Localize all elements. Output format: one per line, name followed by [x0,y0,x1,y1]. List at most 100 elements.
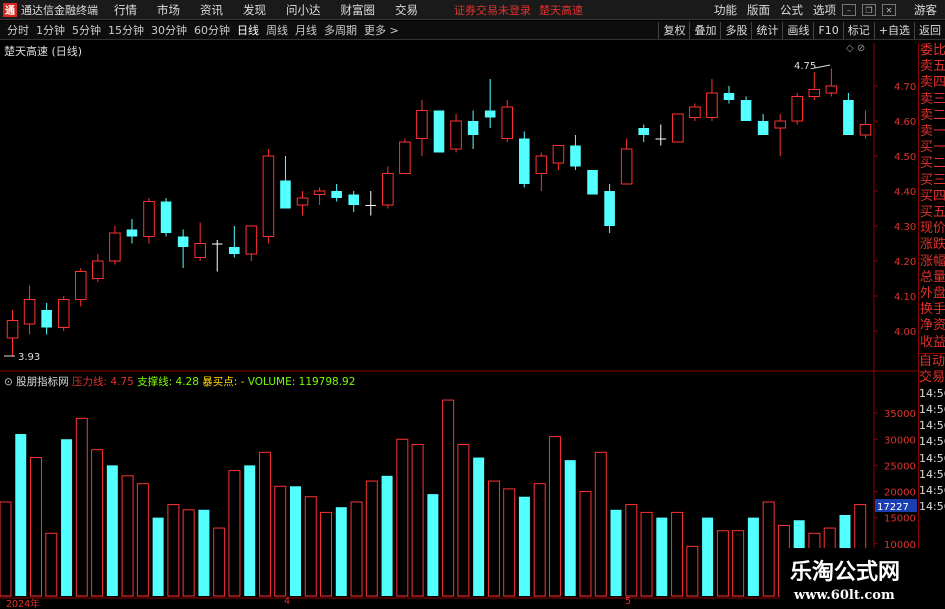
x-label-year: 2024年 [6,599,40,609]
buy-point-label: 暴买点: [202,376,238,388]
candle-body [41,310,52,328]
candle-body [587,170,598,195]
candle-body [859,124,872,136]
resistance-value: 4.75 [110,376,134,388]
volume-bar [702,517,714,596]
volume-bar [396,438,409,597]
candle-body [211,243,223,245]
trade-login-notice[interactable]: 证券交易未登录 [454,2,531,18]
volume-axis: 35000300002500020000150001000017227 [874,409,917,551]
x-label-may: 5 [625,596,632,607]
candle-body [467,121,479,135]
overlay-button[interactable]: 叠加 [689,22,720,39]
mark-button[interactable]: 标记 [842,22,874,39]
candle-body [535,155,548,174]
candle-body [416,110,428,139]
side-mode-auto[interactable]: 自动 [919,352,945,370]
menu-trade[interactable]: 交易 [395,2,418,18]
side-label-bid4: 买四 [920,188,945,204]
side-mode-trade[interactable]: 交易 [919,370,945,386]
close-icon[interactable]: ✕ [882,4,896,16]
menu-discover[interactable]: 发现 [243,2,266,18]
menu-ask[interactable]: 问小达 [286,2,321,18]
side-label-ask4: 卖四 [920,75,945,91]
period-60min[interactable]: 60分钟 [194,22,230,38]
minimize-icon[interactable]: – [842,4,856,16]
period-weekly[interactable]: 周线 [266,22,288,38]
candle-body [160,201,172,233]
back-button[interactable]: 返回 [914,22,945,39]
volume-tick-label: 25000 [884,461,916,472]
candle-body [672,113,684,143]
candle-body [382,173,394,206]
period-monthly[interactable]: 月线 [295,22,317,38]
draw-line-button[interactable]: 画线 [782,22,813,39]
f10-button[interactable]: F10 [813,22,842,39]
candle-body [570,145,581,167]
side-label-ask1: 卖一 [920,124,945,140]
volume-bar [182,509,195,597]
period-15min[interactable]: 15分钟 [108,22,144,38]
candle-body [825,85,838,94]
volume-bar [610,509,622,596]
add-watchlist-button[interactable]: +自选 [873,22,914,39]
candle-body [433,110,445,153]
volume-bar [747,517,759,596]
volume-bar [304,496,317,597]
support-value: 4.28 [175,376,199,388]
price-axis: 4.70 4.60 4.50 4.40 4.30 4.20 4.10 4.00 [874,82,916,338]
kline-chart[interactable]: 4.70 4.60 4.50 4.40 4.30 4.20 4.10 4.00 35000 30… [0,43,918,609]
tick-time: 14:56 [919,403,945,417]
side-label-nav: 净资 [920,318,945,334]
volume-bar [45,532,58,597]
candle-body [638,128,649,135]
menu-community[interactable]: 财富圈 [341,2,376,18]
menu-quotes[interactable]: 行情 [114,2,137,18]
volume-bar [640,511,653,597]
guest-user[interactable]: 游客 [914,2,937,18]
menu-layout[interactable]: 版面 [747,2,770,18]
menu-market[interactable]: 市场 [157,2,180,18]
side-label-bid1: 买一 [920,140,945,156]
resistance-label: 压力线: [72,376,108,388]
candle-body [194,243,206,258]
menu-options[interactable]: 选项 [813,2,836,18]
volume-bar [91,449,104,597]
side-label-volume: 总量 [920,269,945,285]
candle-body [229,247,240,254]
period-5min[interactable]: 5分钟 [72,22,101,38]
menu-formula[interactable]: 公式 [780,2,803,18]
volume-tick-label: 15000 [884,514,916,525]
watermark-url: www.60lt.com [794,588,895,603]
period-daily[interactable]: 日线 [237,22,259,38]
period-30min[interactable]: 30分钟 [151,22,187,38]
candle-body [723,93,735,100]
candle-body [262,155,275,237]
period-more[interactable]: 更多 > [364,22,399,38]
restore-icon[interactable]: ❐ [862,4,876,16]
candle-body [757,121,769,135]
side-label-bid3: 买三 [920,172,945,188]
statistics-button[interactable]: 统计 [751,22,782,39]
menu-news[interactable]: 资讯 [200,2,223,18]
candle-body [552,145,565,164]
period-multi[interactable]: 多周期 [324,22,357,38]
adjust-button[interactable]: 复权 [658,22,689,39]
indicator-icon: ⊙ [4,376,13,388]
side-label-change-pct: 涨幅 [920,253,945,269]
volume-tick-label: 35000 [884,409,916,420]
tick-time: 14:56 [919,419,945,433]
menu-function[interactable]: 功能 [714,2,737,18]
price-tick-label: 4.20 [894,257,916,268]
period-intraday[interactable]: 分时 [7,22,29,38]
candle-body [365,205,377,206]
volume-bar [442,399,455,597]
period-1min[interactable]: 1分钟 [36,22,65,38]
side-label-weibi: 委比 [920,43,945,58]
multi-stock-button[interactable]: 多股 [720,22,751,39]
watermark: 乐淘公式网 www.60lt.com [780,548,920,609]
indicator-name[interactable]: 股朋指标网 [16,376,69,388]
high-price-label: 4.75 [794,61,816,72]
quote-side-panel: 委比 卖五 卖四 卖三 卖二 卖一 买一 买二 买三 买四 买五 现价 涨跌 涨… [918,43,945,609]
volume-bar [244,465,256,596]
